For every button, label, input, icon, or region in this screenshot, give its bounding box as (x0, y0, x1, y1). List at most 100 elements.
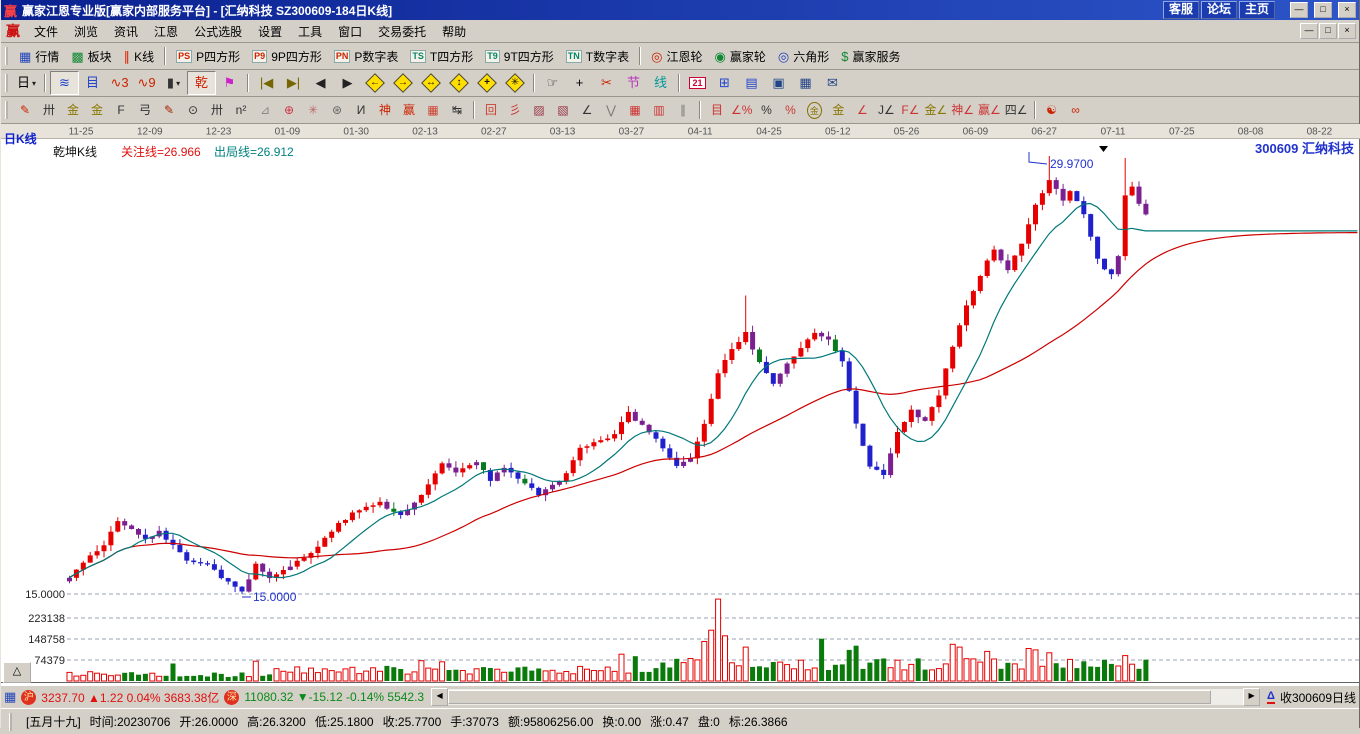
curve-tool-button[interactable]: 线 (647, 72, 674, 94)
calendar-button[interactable]: 21 (684, 72, 711, 94)
t-square-button[interactable]: TS T四方形 (404, 45, 479, 67)
parallel-lines-button[interactable]: ∥ (671, 99, 695, 121)
shen-angle-button[interactable]: 神∠ (949, 99, 976, 121)
next-bar-button[interactable]: ▶ (334, 72, 361, 94)
span-measure-button[interactable]: ↹ (445, 99, 469, 121)
period-daily-button[interactable]: 日 ▾ (13, 72, 40, 94)
shen-tool-button[interactable]: 神 (373, 99, 397, 121)
winner-service-button[interactable]: $ 赢家服务 (835, 45, 906, 67)
notes-button[interactable]: ▤ (738, 72, 765, 94)
pct-bar-button[interactable]: % (778, 99, 802, 121)
scrollbar-thumb[interactable] (448, 690, 1212, 704)
gold-circle-button[interactable]: 金 (802, 99, 826, 121)
menu-item-3[interactable]: 江恩 (146, 21, 186, 42)
title-link-2[interactable]: 主页 (1238, 1, 1275, 19)
grid-red-button[interactable]: ▦ (623, 99, 647, 121)
capture-button[interactable]: ▦ (792, 72, 819, 94)
j-angle-button[interactable]: J∠ (874, 99, 898, 121)
qiankun-kline-button[interactable]: 乾 (187, 71, 216, 95)
winner-wheel-button[interactable]: ◉ 赢家轮 (709, 45, 772, 67)
scrollbar-track[interactable] (448, 689, 1244, 705)
gold-bar-button[interactable]: 金 (826, 99, 850, 121)
signal-flag-button[interactable]: ⚑ (216, 72, 243, 94)
spiral-button[interactable]: 弓 (133, 99, 157, 121)
fibo-f-button[interactable]: F (109, 99, 133, 121)
first-page-button[interactable]: |◀ (253, 72, 280, 94)
zigzag-button[interactable]: ⋁ (599, 99, 623, 121)
hexagon-button[interactable]: ◎ 六角形 (772, 45, 835, 67)
volume-expand-button[interactable]: △ (3, 662, 31, 683)
rect-handles-button[interactable]: 回 (479, 99, 503, 121)
gann-grid-button[interactable]: 卅 (37, 99, 61, 121)
gold-section-2-button[interactable]: 金 (85, 99, 109, 121)
v-scale-button[interactable]: ↕ (445, 72, 473, 94)
sifang-angle-button[interactable]: 四∠ (1003, 99, 1030, 121)
kline-chart[interactable]: 11-25 12-09 12-23 01-09 01-30 02-13 02-27 03-13… (1, 124, 1360, 685)
zoom-in-button[interactable]: + (473, 72, 501, 94)
ink-angle-button[interactable]: ∠ (850, 99, 874, 121)
pan-right-button[interactable]: → (389, 72, 417, 94)
menu-item-7[interactable]: 窗口 (330, 21, 370, 42)
hand-drag-button[interactable]: ☞ (539, 72, 566, 94)
toolbar-grip[interactable] (5, 74, 8, 92)
infinity-button[interactable]: ∞ (1064, 99, 1088, 121)
zoom-fit-button[interactable]: ✳ (501, 72, 529, 94)
candle-style-button[interactable]: ▮ ▾ (160, 72, 187, 94)
sz-market-icon[interactable]: 深 (224, 689, 240, 705)
gann-wheel-button[interactable]: ◎ 江恩轮 (645, 45, 708, 67)
menu-item-6[interactable]: 工具 (290, 21, 330, 42)
horizontal-scrollbar[interactable]: ◀ ▶ (431, 688, 1261, 706)
menu-item-5[interactable]: 设置 (250, 21, 290, 42)
ruler-pen-button[interactable]: ✎ (157, 99, 181, 121)
scroll-left-icon[interactable]: ◀ (431, 688, 449, 706)
t-number-button[interactable]: TN T数字表 (560, 45, 635, 67)
sectors-button[interactable]: ▩ 板块 (65, 45, 117, 67)
menu-item-8[interactable]: 交易委托 (370, 21, 434, 42)
close-button[interactable]: × (1338, 2, 1356, 18)
fan-box-2-button[interactable]: ▧ (551, 99, 575, 121)
menu-item-1[interactable]: 浏览 (66, 21, 106, 42)
gold-section-button[interactable]: 金 (61, 99, 85, 121)
t9-square-button[interactable]: T9 9T四方形 (479, 45, 560, 67)
ying-tool-button[interactable]: 赢 (397, 99, 421, 121)
fan-box-button[interactable]: ▨ (527, 99, 551, 121)
crosshair-button[interactable]: + (566, 72, 593, 94)
child-restore-button[interactable]: □ (1319, 23, 1337, 39)
gold-angle-button[interactable]: 金∠ (922, 99, 949, 121)
percent-button[interactable]: % (754, 99, 778, 121)
price-ladder-button[interactable]: 目 (705, 99, 729, 121)
h-scale-button[interactable]: ↔ (417, 72, 445, 94)
menu-item-4[interactable]: 公式选股 (186, 21, 250, 42)
f-angle-button[interactable]: F∠ (898, 99, 922, 121)
kline-button[interactable]: ∥ K线 (118, 45, 161, 67)
minimize-button[interactable]: — (1290, 2, 1308, 18)
trend-angle-button[interactable]: ∠ (575, 99, 599, 121)
save-button[interactable]: ▣ (765, 72, 792, 94)
scroll-right-icon[interactable]: ▶ (1243, 688, 1261, 706)
wave-3-button[interactable]: ∿3 (106, 72, 133, 94)
spider-web-button[interactable]: ⊛ (325, 99, 349, 121)
menu-item-0[interactable]: 文件 (26, 21, 66, 42)
time-circle-button[interactable]: ⊙ (181, 99, 205, 121)
ray-fan-button[interactable]: 彡 (503, 99, 527, 121)
pen-button[interactable]: ✎ (13, 99, 37, 121)
zoom-area-button[interactable]: ≋ (50, 71, 79, 95)
title-link-0[interactable]: 客服 (1162, 1, 1199, 19)
sh-market-icon[interactable]: 沪 (21, 689, 37, 705)
toolbar-grip[interactable] (5, 47, 8, 65)
toolbar-grip[interactable] (5, 101, 8, 119)
title-link-1[interactable]: 论坛 (1200, 1, 1237, 19)
starburst-button[interactable]: ✳ (301, 99, 325, 121)
cut-tool-button[interactable]: ✂ (593, 72, 620, 94)
calendar-grid-icon[interactable]: ▦ (4, 689, 16, 705)
f10-info-button[interactable]: 目 (79, 72, 106, 94)
target-circle-button[interactable]: ⊕ (277, 99, 301, 121)
wave-marker-button[interactable]: И (349, 99, 373, 121)
p-number-button[interactable]: PN P数字表 (328, 45, 405, 67)
pan-left-button[interactable]: ← (361, 72, 389, 94)
angle-guide-button[interactable]: ⊿ (253, 99, 277, 121)
child-close-button[interactable]: × (1338, 23, 1356, 39)
pct-angle-button[interactable]: ∠% (729, 99, 754, 121)
p-square-button[interactable]: PS P四方形 (170, 45, 246, 67)
ying-angle-button[interactable]: 赢∠ (976, 99, 1003, 121)
